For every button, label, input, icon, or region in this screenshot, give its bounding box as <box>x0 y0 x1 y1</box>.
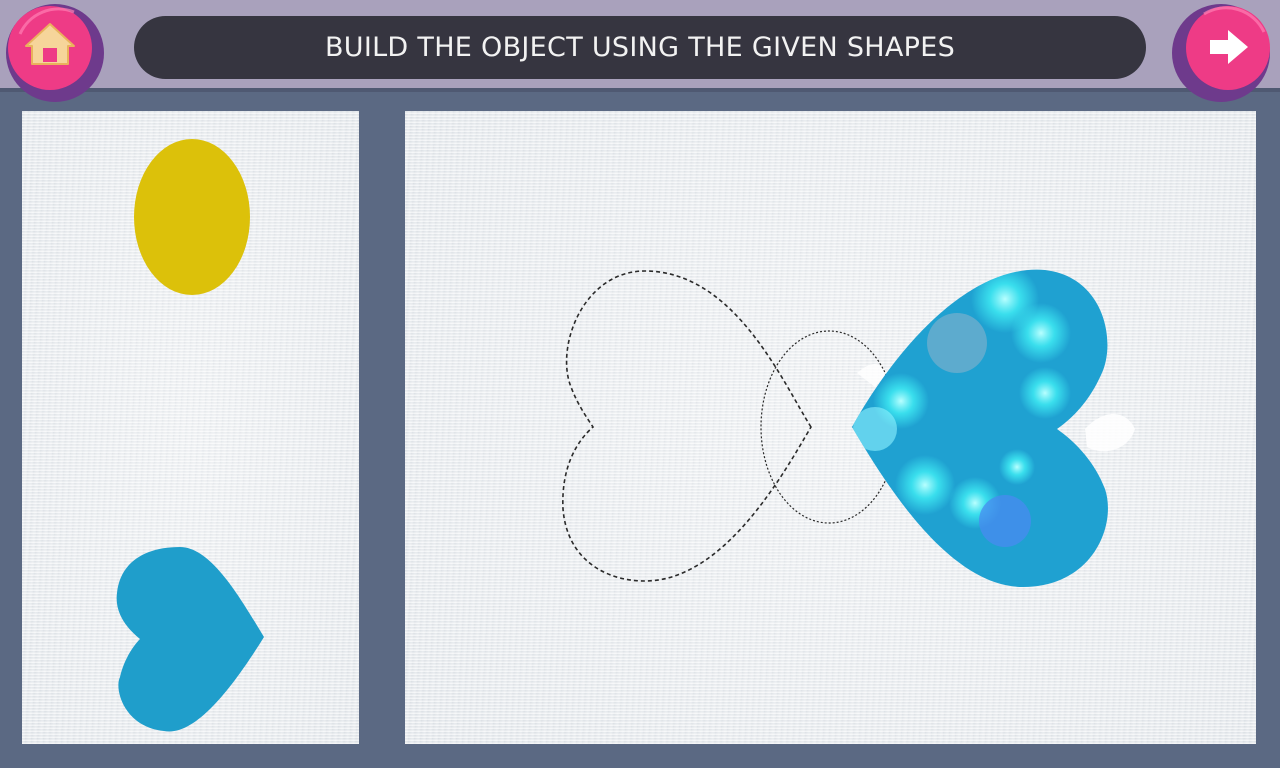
yellow-ellipse-shape[interactable] <box>134 139 250 295</box>
placed-heart-shape[interactable] <box>852 265 1108 587</box>
top-bar: BUILD THE OBJECT USING THE GIVEN SHAPES <box>0 0 1280 102</box>
heart-outline-target <box>562 270 812 582</box>
home-button[interactable] <box>4 2 104 102</box>
next-button[interactable] <box>1172 2 1272 102</box>
instruction-text: BUILD THE OBJECT USING THE GIVEN SHAPES <box>324 32 956 63</box>
shapes-palette <box>22 111 359 744</box>
blue-heart-shape[interactable] <box>116 547 264 732</box>
instruction-banner: BUILD THE OBJECT USING THE GIVEN SHAPES <box>134 16 1146 79</box>
build-area <box>405 111 1256 744</box>
